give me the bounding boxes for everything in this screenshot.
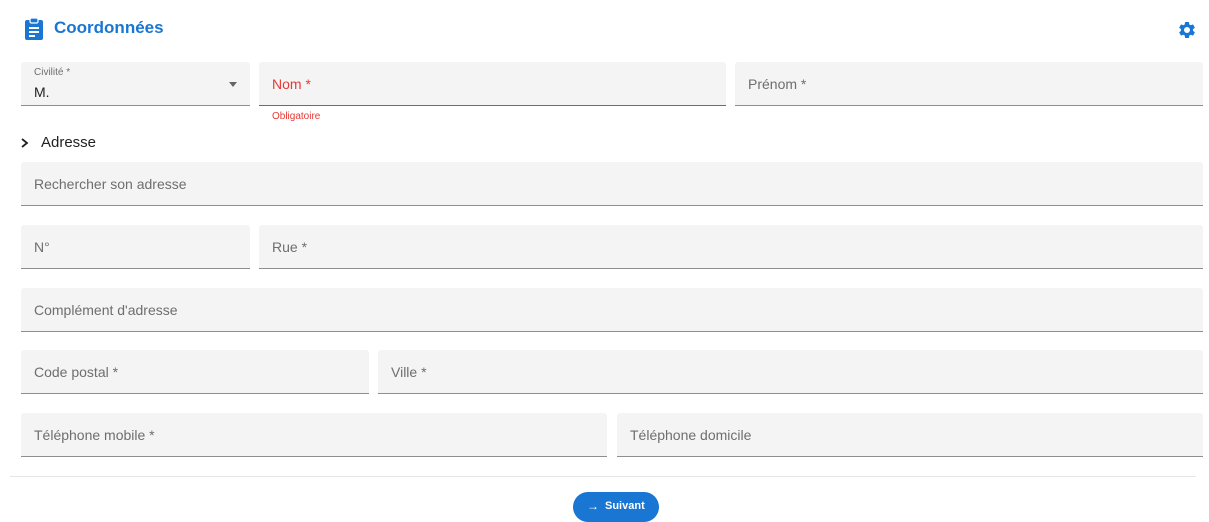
page-title: Coordonnées	[54, 18, 164, 37]
prenom-placeholder: Prénom *	[748, 76, 807, 92]
address-search-field[interactable]: Rechercher son adresse	[21, 162, 1203, 206]
footer-divider	[10, 476, 1196, 477]
chevron-right-icon	[21, 138, 29, 148]
telephone-mobile-field[interactable]: Téléphone mobile *	[21, 413, 607, 457]
rue-field[interactable]: Rue *	[259, 225, 1203, 269]
nom-placeholder: Nom *	[272, 76, 311, 92]
suivant-label: Suivant	[605, 500, 645, 512]
numero-placeholder: N°	[34, 239, 50, 255]
complement-placeholder: Complément d'adresse	[34, 302, 178, 318]
telephone-domicile-placeholder: Téléphone domicile	[630, 427, 752, 443]
arrow-right-icon: →	[587, 499, 599, 513]
clipboard-icon	[25, 17, 43, 40]
ville-placeholder: Ville *	[391, 364, 427, 380]
code-postal-field[interactable]: Code postal *	[21, 350, 369, 394]
telephone-domicile-field[interactable]: Téléphone domicile	[617, 413, 1203, 457]
nom-error-message: Obligatoire	[272, 111, 321, 122]
ville-field[interactable]: Ville *	[378, 350, 1203, 394]
section-header: Coordonnées	[0, 0, 1209, 58]
code-postal-placeholder: Code postal *	[34, 364, 119, 380]
rue-placeholder: Rue *	[272, 239, 308, 255]
telephone-mobile-placeholder: Téléphone mobile *	[34, 427, 155, 443]
prenom-field[interactable]: Prénom *	[735, 62, 1203, 106]
civilite-label: Civilité *	[34, 67, 71, 78]
civilite-value: M.	[34, 84, 50, 100]
dropdown-caret-icon	[229, 82, 237, 87]
gear-icon[interactable]	[1177, 20, 1197, 40]
nom-field[interactable]: Nom *	[259, 62, 726, 106]
civilite-select[interactable]: Civilité * M.	[21, 62, 250, 106]
adresse-section-label: Adresse	[41, 134, 97, 151]
numero-field[interactable]: N°	[21, 225, 250, 269]
address-search-placeholder: Rechercher son adresse	[34, 176, 187, 192]
complement-field[interactable]: Complément d'adresse	[21, 288, 1203, 332]
